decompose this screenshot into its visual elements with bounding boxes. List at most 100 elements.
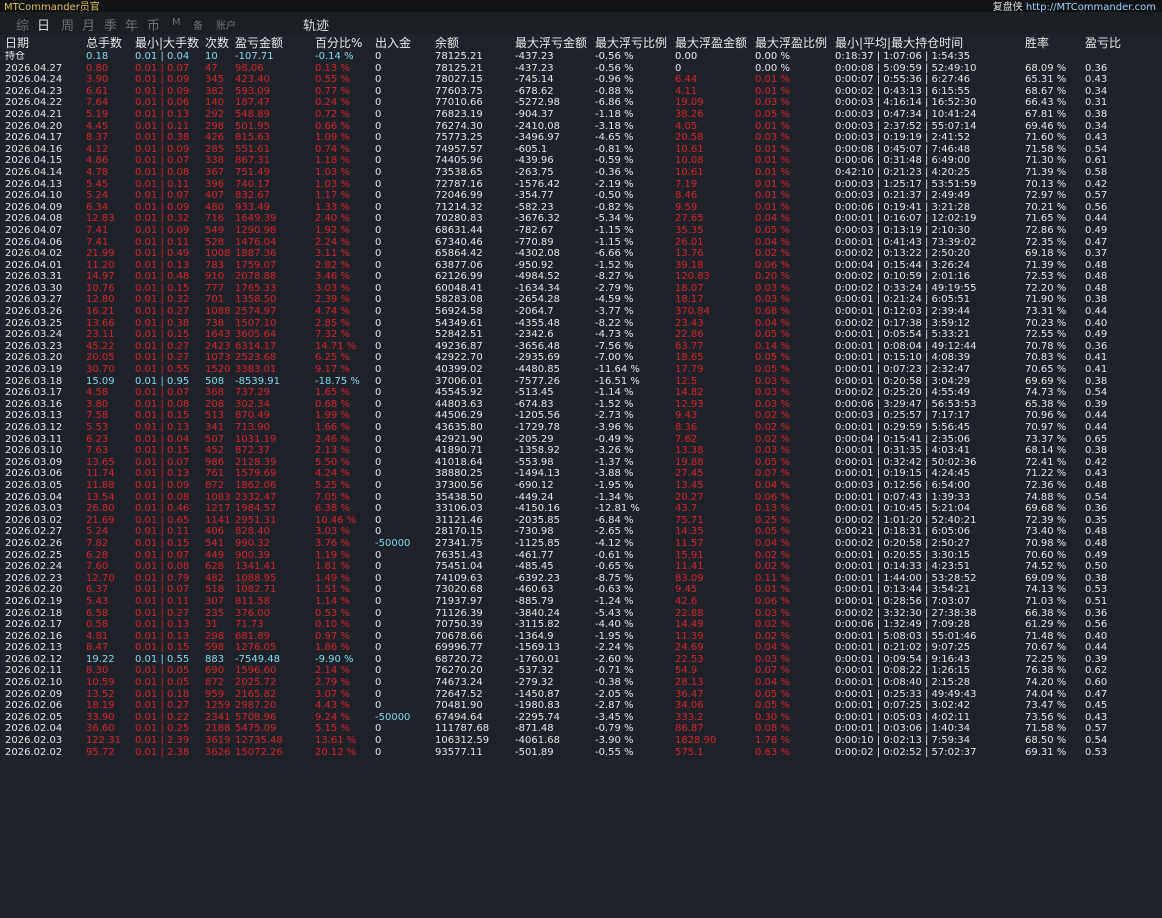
table-row[interactable]: 2026.04.08 12.83 0.01 | 0.32 716 1649.39 2.40…: [0, 213, 1162, 225]
header-deposit-withdraw[interactable]: 出入金: [375, 36, 433, 51]
table-row[interactable]: 2026.02.13 8.47 0.01 | 0.15 598 1276.05 1.86 …: [0, 642, 1162, 654]
cell-max-float-profit: 20.58: [675, 132, 704, 144]
cell-date: 2026.04.02: [5, 248, 63, 260]
table-row[interactable]: 2026.04.09 6.34 0.01 | 0.09 480 933.49 1.33 %…: [0, 202, 1162, 214]
table-row[interactable]: 2026.02.20 6.37 0.01 | 0.07 518 1082.71 1.51 …: [0, 584, 1162, 596]
cell-max-float-loss-pct: -0.36 %: [595, 166, 634, 178]
table-row[interactable]: 2026.03.03 26.80 0.01 | 0.46 1217 1984.57 6.3…: [0, 503, 1162, 515]
table-row[interactable]: 2026.03.30 10.76 0.01 | 0.15 777 1765.33 3.03…: [0, 283, 1162, 295]
header-max-float-loss[interactable]: 最大浮亏金额: [515, 36, 593, 51]
table-row[interactable]: 2026.03.17 4.58 0.01 | 0.07 368 737.29 1.65 %…: [0, 387, 1162, 399]
table-row[interactable]: 2026.03.31 14.97 0.01 | 0.48 910 2078.88 3.46…: [0, 271, 1162, 283]
cell-win-rate: 68.09 %: [1025, 62, 1067, 74]
table-row[interactable]: 2026.03.27 12.80 0.01 | 0.32 701 1358.50 2.39…: [0, 294, 1162, 306]
table-row[interactable]: 2026.02.06 18.19 0.01 | 0.27 1259 2987.20 4.4…: [0, 700, 1162, 712]
table-row[interactable]: 2026.02.25 6.28 0.01 | 0.07 449 900.39 1.19 %…: [0, 550, 1162, 562]
table-row[interactable]: 2026.03.11 6.23 0.01 | 0.04 507 1031.19 2.46 …: [0, 434, 1162, 446]
table-row[interactable]: 2026.04.20 4.45 0.01 | 0.11 298 501.95 0.66 %…: [0, 121, 1162, 133]
trajectory-button[interactable]: 轨迹: [303, 15, 329, 34]
table-row[interactable]: 2026.02.09 13.52 0.01 | 0.18 959 2165.82 3.07…: [0, 689, 1162, 701]
cell-balance: 74957.57: [435, 143, 483, 155]
header-pl-ratio[interactable]: 盈亏比: [1085, 36, 1155, 51]
table-row[interactable]: 2026.02.17 0.58 0.01 | 0.13 31 71.73 0.10 % 0 7…: [0, 619, 1162, 631]
header-max-float-loss-pct[interactable]: 最大浮亏比例: [595, 36, 673, 51]
table-row[interactable]: 2026.03.16 3.80 0.01 | 0.08 208 302.34 0.68 %…: [0, 399, 1162, 411]
header-pnl-amount[interactable]: 盈亏金额: [235, 36, 313, 51]
table-row[interactable]: 2026.04.23 6.61 0.01 | 0.09 382 593.09 0.77 %…: [0, 86, 1162, 98]
table-row[interactable]: 2026.03.25 13.66 0.01 | 0.38 738 1507.10 2.85…: [0, 318, 1162, 330]
header-total-lots[interactable]: 总手数: [86, 36, 132, 51]
cell-max-float-profit: 18.07: [675, 282, 704, 294]
table-row[interactable]: 2026.03.02 21.69 0.01 | 0.65 1141 2951.31 10.…: [0, 515, 1162, 527]
table-row[interactable]: 2026.03.26 16.21 0.01 | 0.27 1088 2574.97 4.7…: [0, 306, 1162, 318]
table-row[interactable]: 2026.02.04 36.60 0.01 | 0.25 2188 5475.09 5.1…: [0, 723, 1162, 735]
tab-quarter[interactable]: 季: [104, 15, 117, 34]
table-row[interactable]: 2026.02.23 12.70 0.01 | 0.79 482 1088.95 1.49…: [0, 573, 1162, 585]
cell-pl-ratio: 0.44: [1085, 410, 1108, 422]
table-row[interactable]: 2026.02.27 5.24 0.01 | 0.11 406 828.40 3.03 %…: [0, 526, 1162, 538]
table-row[interactable]: 2026.02.18 6.58 0.01 | 0.27 235 376.00 0.53 %…: [0, 608, 1162, 620]
table-row[interactable]: 2026.03.05 11.88 0.01 | 0.09 872 1862.06 5.25…: [0, 480, 1162, 492]
table-row[interactable]: 2026.03.19 30.70 0.01 | 0.55 1520 3383.01 9.1…: [0, 364, 1162, 376]
table-row[interactable]: 2026.02.03 122.31 0.01 | 2.39 3619 12735.48 1…: [0, 735, 1162, 747]
header-max-float-profit-pct[interactable]: 最大浮盈比例: [755, 36, 833, 51]
cell-win-rate: 69.46 %: [1025, 120, 1067, 132]
table-row[interactable]: 2026.04.22 7.64 0.01 | 0.06 140 187.47 0.24 %…: [0, 97, 1162, 109]
holding-row[interactable]: 持仓 0.18 0.01 | 0.04 10 -107.71 -0.14 % 0 78125.…: [0, 51, 1162, 63]
header-pnl-percent[interactable]: 百分比%: [315, 36, 373, 51]
cell-min-max-lots: 0.01 | 0.07: [135, 387, 190, 399]
cell-pnl-amount: 681.89: [235, 630, 270, 642]
table-row[interactable]: 2026.04.01 11.20 0.01 | 0.13 783 1759.07 2.82…: [0, 260, 1162, 272]
header-win-rate[interactable]: 胜率: [1025, 36, 1083, 51]
tab-overview[interactable]: 综: [16, 15, 29, 34]
header-date[interactable]: 日期: [5, 36, 83, 51]
tab-currency[interactable]: 币: [147, 15, 160, 34]
table-row[interactable]: 2026.02.05 33.90 0.01 | 0.22 2341 5708.96 9.2…: [0, 712, 1162, 724]
table-row[interactable]: 2026.03.09 13.65 0.01 | 0.07 986 2128.39 5.50…: [0, 457, 1162, 469]
tab-week[interactable]: 周: [61, 15, 74, 34]
table-row[interactable]: 2026.03.06 11.74 0.01 | 0.13 761 1579.69 4.24…: [0, 468, 1162, 480]
tab-note[interactable]: 备: [193, 17, 203, 32]
table-row[interactable]: 2026.03.04 13.54 0.01 | 0.08 1083 2332.47 7.0…: [0, 492, 1162, 504]
cell-date: 2026.03.24: [5, 329, 63, 341]
table-row[interactable]: 2026.02.19 5.43 0.01 | 0.11 307 811.58 1.14 %…: [0, 596, 1162, 608]
header-hold-time[interactable]: 最小|平均|最大持仓时间: [835, 36, 1053, 51]
table-row[interactable]: 2026.04.10 5.24 0.01 | 0.07 407 832.67 1.17 %…: [0, 190, 1162, 202]
table-row[interactable]: 2026.03.20 20.05 0.01 | 0.27 1073 2523.68 6.2…: [0, 352, 1162, 364]
tab-month[interactable]: 月: [82, 15, 95, 34]
table-row[interactable]: 2026.02.16 4.81 0.01 | 0.13 298 681.89 0.97 %…: [0, 631, 1162, 643]
table-row[interactable]: 2026.03.13 7.58 0.01 | 0.15 513 870.49 1.99 %…: [0, 410, 1162, 422]
table-row[interactable]: 2026.04.06 7.41 0.01 | 0.11 528 1476.04 2.24 …: [0, 237, 1162, 249]
table-row[interactable]: 2026.04.24 3.90 0.01 | 0.09 345 423.40 0.55 %…: [0, 74, 1162, 86]
table-row[interactable]: 2026.03.12 5.53 0.01 | 0.13 341 713.90 1.66 %…: [0, 422, 1162, 434]
table-row[interactable]: 2026.04.16 4.12 0.01 | 0.09 285 551.61 0.74 %…: [0, 144, 1162, 156]
table-row[interactable]: 2026.04.27 0.80 0.01 | 0.07 47 98.06 0.13 % 0 7…: [0, 63, 1162, 75]
table-row[interactable]: 2026.04.17 8.37 0.01 | 0.38 426 815.63 1.09 %…: [0, 132, 1162, 144]
table-row[interactable]: 2026.04.13 5.45 0.01 | 0.11 396 740.17 1.03 %…: [0, 179, 1162, 191]
tab-m[interactable]: M: [172, 17, 181, 28]
table-row[interactable]: 2026.03.24 23.11 0.01 | 0.15 1643 3605.64 7.3…: [0, 329, 1162, 341]
table-row[interactable]: 2026.02.10 10.59 0.01 | 0.05 872 2025.72 2.79…: [0, 677, 1162, 689]
cell-balance: 70678.66: [435, 630, 483, 642]
table-row[interactable]: 2026.04.07 7.41 0.01 | 0.09 549 1290.98 1.92 …: [0, 225, 1162, 237]
table-row[interactable]: 2026.04.02 21.99 0.01 | 0.49 1008 1887.36 3.1…: [0, 248, 1162, 260]
table-row[interactable]: 2026.02.12 19.22 0.01 | 0.55 883 -7549.48 -9.…: [0, 654, 1162, 666]
table-row[interactable]: 2026.02.24 7.60 0.01 | 0.08 628 1341.41 1.81 …: [0, 561, 1162, 573]
cell-pnl-percent: 4.43 %: [315, 700, 350, 712]
table-row[interactable]: 2026.04.21 5.19 0.01 | 0.13 292 548.89 0.72 %…: [0, 109, 1162, 121]
header-trade-count[interactable]: 次数: [205, 36, 233, 51]
table-row[interactable]: 2026.02.26 7.82 0.01 | 0.15 541 990.32 3.76 %…: [0, 538, 1162, 550]
header-balance[interactable]: 余额: [435, 36, 513, 51]
header-min-max-lots[interactable]: 最小|大手数: [135, 36, 201, 51]
table-row[interactable]: 2026.03.23 45.22 0.01 | 0.27 2423 6314.17 14.…: [0, 341, 1162, 353]
table-row[interactable]: 2026.02.02 95.72 0.01 | 2.38 3626 15072.26 20…: [0, 747, 1162, 759]
table-row[interactable]: 2026.03.10 7.63 0.01 | 0.15 452 872.37 2.13 %…: [0, 445, 1162, 457]
table-row[interactable]: 2026.04.14 4.78 0.01 | 0.08 367 751.49 1.03 %…: [0, 167, 1162, 179]
header-max-float-profit[interactable]: 最大浮盈金额: [675, 36, 753, 51]
table-row[interactable]: 2026.02.11 8.30 0.01 | 0.05 690 1596.60 2.14 …: [0, 665, 1162, 677]
tab-day[interactable]: 日: [37, 15, 50, 34]
table-row[interactable]: 2026.03.18 15.09 0.01 | 0.95 508 -8539.91 -18…: [0, 376, 1162, 388]
tab-account[interactable]: 账户: [216, 17, 236, 32]
table-row[interactable]: 2026.04.15 4.86 0.01 | 0.07 338 867.31 1.18 %…: [0, 155, 1162, 167]
tab-year[interactable]: 年: [125, 15, 138, 34]
